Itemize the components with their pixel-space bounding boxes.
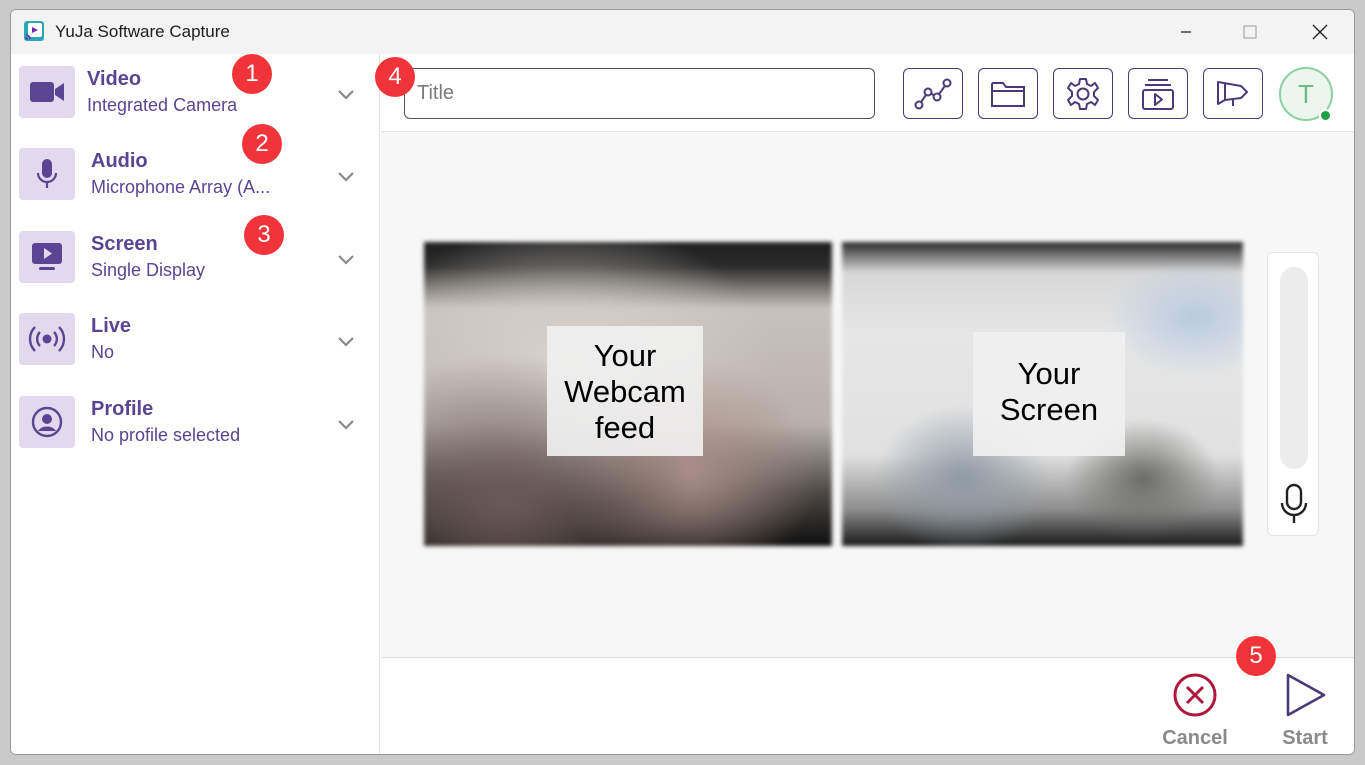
- announcement-button[interactable]: [1203, 68, 1263, 119]
- sidebar-item-subtitle: No: [91, 342, 115, 362]
- cancel-circle-x-icon: [1173, 673, 1217, 717]
- sidebar-item-live[interactable]: Live No: [11, 313, 380, 383]
- media-library-button[interactable]: [1128, 68, 1188, 119]
- analytics-button[interactable]: [903, 68, 963, 119]
- preview-area: Your Webcam feed Your Screen: [381, 132, 1354, 657]
- microphone-icon: [1280, 483, 1308, 523]
- close-button[interactable]: [1297, 10, 1343, 54]
- user-profile-icon: [19, 396, 75, 448]
- microphone-icon: [19, 148, 75, 200]
- sidebar-item-title: Audio: [91, 150, 148, 172]
- gear-icon: [1067, 77, 1099, 110]
- app-logo-icon: [24, 21, 44, 41]
- webcam-feed-label: Your Webcam feed: [547, 326, 703, 456]
- minimize-icon: [1181, 31, 1191, 33]
- sidebar-item-subtitle: Single Display: [91, 260, 206, 280]
- sidebar: Video Integrated Camera Audio Microphone…: [11, 54, 380, 754]
- callout-badge-1: 1: [232, 54, 272, 94]
- media-library-icon: [1142, 78, 1174, 110]
- sidebar-item-video[interactable]: Video Integrated Camera: [11, 66, 380, 136]
- sidebar-item-title: Profile: [91, 398, 154, 420]
- broadcast-icon: [19, 313, 75, 365]
- sidebar-item-profile[interactable]: Profile No profile selected: [11, 396, 380, 466]
- start-button[interactable]: Start: [1265, 672, 1345, 750]
- window-title: YuJa Software Capture: [55, 22, 230, 41]
- chevron-down-icon[interactable]: [334, 412, 358, 436]
- screen-play-icon: [19, 231, 75, 283]
- line-chart-icon: [914, 78, 952, 109]
- maximize-icon: [1243, 25, 1257, 39]
- audio-level-track: [1280, 267, 1308, 469]
- close-icon: [1312, 24, 1328, 40]
- folder-icon: [991, 81, 1025, 107]
- footer-bar: Cancel Start 5: [381, 636, 1354, 754]
- callout-badge-2: 2: [242, 124, 282, 164]
- sidebar-item-title: Video: [87, 68, 142, 90]
- callout-badge-4: 4: [375, 57, 415, 97]
- title-bar: YuJa Software Capture: [11, 10, 1354, 54]
- megaphone-icon: [1217, 80, 1248, 106]
- callout-badge-3: 3: [244, 215, 284, 255]
- sidebar-item-title: Live: [91, 315, 132, 337]
- app-window: YuJa Software Capture Video Integrated C…: [10, 9, 1355, 755]
- sidebar-item-screen[interactable]: Screen Single Display: [11, 231, 380, 301]
- sidebar-item-audio[interactable]: Audio Microphone Array (A...: [11, 148, 380, 218]
- sidebar-item-subtitle: No profile selected: [91, 425, 241, 445]
- minimize-button[interactable]: [1163, 10, 1209, 54]
- chevron-down-icon[interactable]: [334, 329, 358, 353]
- video-camera-icon: [19, 66, 75, 118]
- chevron-down-icon[interactable]: [334, 82, 358, 106]
- cancel-button[interactable]: Cancel: [1155, 672, 1235, 750]
- main-toolbar: T 4: [375, 54, 1354, 132]
- sidebar-item-title: Screen: [91, 233, 158, 255]
- play-icon: [1286, 673, 1326, 717]
- online-status-dot: [1319, 109, 1332, 122]
- sidebar-item-subtitle: Microphone Array (A...: [91, 177, 271, 197]
- screen-feed-label: Your Screen: [973, 332, 1125, 456]
- title-input[interactable]: [404, 68, 875, 119]
- chevron-down-icon[interactable]: [334, 247, 358, 271]
- maximize-button[interactable]: [1227, 10, 1273, 54]
- audio-level-meter: [1267, 252, 1319, 536]
- settings-button[interactable]: [1053, 68, 1113, 119]
- cancel-label: Cancel: [1162, 727, 1228, 749]
- start-label: Start: [1282, 727, 1328, 749]
- chevron-down-icon[interactable]: [334, 164, 358, 188]
- sidebar-item-subtitle: Integrated Camera: [87, 95, 238, 115]
- folder-button[interactable]: [978, 68, 1038, 119]
- callout-badge-5: 5: [1236, 636, 1276, 676]
